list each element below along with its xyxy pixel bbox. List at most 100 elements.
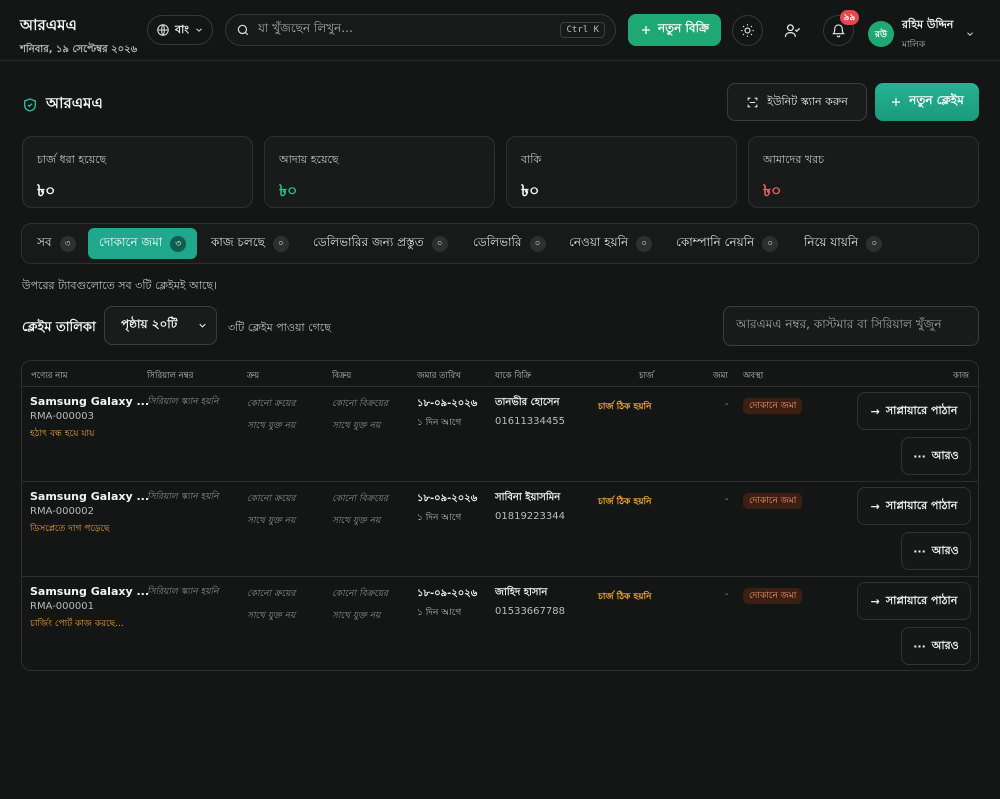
tab-label: কাজ চলছে [211, 234, 265, 249]
purchase-cell: কোনো ক্রয়ের সাথে যুক্ত নয় [247, 393, 295, 437]
send-to-supplier-button[interactable]: → সাপ্লায়ারে পাঠান [857, 487, 971, 525]
status-cell: দোকানে জমা [743, 397, 803, 414]
current-date: শনিবার, ১৯ সেপ্টেম্বর ২০২৬ [20, 44, 138, 55]
theme-toggle-button[interactable] [732, 15, 763, 46]
new-sale-label: নতুন বিক্রি [657, 21, 710, 35]
tab-label: দোকানে জমা [99, 234, 163, 249]
stat-label: চার্জ ধরা হয়েছে [37, 153, 107, 166]
status-badge: দোকানে জমা [743, 398, 803, 414]
table-row[interactable]: Samsung Galaxy ... RMA-000002 ডিসপ্লেতে … [22, 482, 978, 577]
global-search[interactable]: যা খুঁজছেন লিখুন... Ctrl K [225, 14, 616, 46]
tab-delivered[interactable]: ডেলিভারি ০ [462, 228, 557, 259]
user-menu[interactable]: রউ রহিম উদ্দিন মালিক [868, 16, 975, 52]
column-header: জমার তারিখ [417, 371, 461, 381]
language-switcher[interactable]: বাং [147, 15, 213, 45]
sun-icon [741, 24, 754, 37]
tab-not-taken[interactable]: নেওয়া হয়নি ০ [558, 228, 663, 259]
action-label: আরও [931, 638, 959, 652]
column-header: কাজ [953, 371, 970, 381]
app-name: আরএমএ [20, 16, 77, 34]
purchase-line: সাথে যুক্ত নয় [247, 611, 296, 621]
product-name: Samsung Galaxy ... [30, 490, 149, 503]
deposit-date: ১৮-০৯-২০২৬ [417, 493, 478, 504]
charge-status: চার্জ ঠিক হয়নি [598, 402, 652, 412]
purchase-cell: কোনো ক্রয়ের সাথে যুক্ত নয় [247, 583, 295, 627]
deposit-date: ১৮-০৯-২০২৬ [417, 588, 478, 599]
column-header: পণ্যের নাম [31, 371, 68, 381]
purchase-line: সাথে যুক্ত নয় [247, 516, 296, 526]
send-to-supplier-button[interactable]: → সাপ্লায়ারে পাঠান [857, 582, 971, 620]
sale-line: সাথে যুক্ত নয় [332, 421, 381, 431]
stat-card-due: বাকি ৳০ [506, 136, 737, 208]
claim-search-input[interactable]: আরএমএ নম্বর, কাস্টমার বা সিরিয়াল খুঁজুন [723, 306, 979, 346]
table-row[interactable]: Samsung Galaxy ... RMA-000003 হঠাৎ বন্ধ … [22, 387, 978, 482]
more-button[interactable]: ··· আরও [901, 627, 971, 665]
tab-label: ডেলিভারির জন্য প্রস্তুত [313, 234, 424, 249]
tab-count: ০ [866, 235, 883, 252]
deposit-date: ১৮-০৯-২০২৬ [417, 398, 478, 409]
user-check-icon [784, 24, 801, 37]
rma-number: RMA-000003 [30, 411, 94, 422]
relative-date: ১ দিন আগে [417, 608, 462, 618]
tab-all[interactable]: সব ৩ [26, 228, 87, 259]
sale-line: কোনো বিক্রয়ের [332, 494, 388, 504]
product-cell: Samsung Galaxy ... RMA-000003 হঠাৎ বন্ধ … [30, 395, 149, 441]
stat-card-our-cost: আমাদের খরচ ৳০ [748, 136, 979, 208]
globe-icon [157, 24, 169, 36]
tabs-note: উপরের ট্যাবগুলোতে সব ৩টি ক্লেইমই আছে। [22, 279, 217, 292]
search-shortcut: Ctrl K [560, 22, 605, 38]
plus-icon [641, 26, 650, 34]
tab-in-progress[interactable]: কাজ চলছে ০ [200, 228, 300, 259]
stat-card-charged: চার্জ ধরা হয়েছে ৳০ [22, 136, 253, 208]
sale-line: কোনো বিক্রয়ের [332, 589, 388, 599]
column-header: অবস্থা [743, 371, 764, 381]
more-button[interactable]: ··· আরও [901, 437, 971, 475]
date-cell: ১৮-০৯-২০২৬ ১ দিন আগে [417, 586, 477, 620]
product-name: Samsung Galaxy ... [30, 395, 149, 408]
issue-text: হঠাৎ বন্ধ হয়ে যায় [30, 429, 95, 439]
date-cell: ১৮-০৯-২০২৬ ১ দিন আগে [417, 491, 477, 525]
top-bar: আরএমএ শনিবার, ১৯ সেপ্টেম্বর ২০২৬ বাং যা … [0, 0, 1000, 61]
column-header: বিক্রয় [332, 371, 352, 381]
charge-status: চার্জ ঠিক হয়নি [598, 592, 652, 602]
issue-text: ডিসপ্লেতে দাগ পড়েছে [30, 524, 110, 534]
tab-ready-for-delivery[interactable]: ডেলিভারির জন্য প্রস্তুত ০ [302, 228, 459, 259]
table-header: পণ্যের নাম সিরিয়াল নম্বর ক্রয় বিক্রয় … [22, 361, 978, 387]
language-label: বাং [174, 22, 190, 36]
customer-name: সাবিনা ইয়াসমিন [495, 492, 561, 503]
charge-status: চার্জ ঠিক হয়নি [598, 497, 652, 507]
user-check-button[interactable] [777, 15, 808, 46]
tab-not-collected[interactable]: নিয়ে যায়নি ০ [793, 228, 893, 259]
purchase-line: কোনো ক্রয়ের [247, 589, 296, 599]
search-icon [237, 24, 249, 36]
stat-value: ৳০ [763, 181, 782, 200]
tab-label: ডেলিভারি [473, 234, 522, 249]
new-sale-button[interactable]: নতুন বিক্রি [628, 14, 721, 46]
results-count: ৩টি ক্লেইম পাওয়া গেছে [228, 321, 331, 334]
new-claim-label: নতুন ক্লেইম [909, 93, 964, 107]
stat-card-collected: আদায় হয়েছে ৳০ [264, 136, 495, 208]
action-label: সাপ্লায়ারে পাঠান [885, 403, 958, 417]
relative-date: ১ দিন আগে [417, 418, 462, 428]
tab-company-rejected[interactable]: কোম্পানি নেয়নি ০ [665, 228, 789, 259]
column-header: চার্জ [639, 371, 654, 381]
send-to-supplier-button[interactable]: → সাপ্লায়ারে পাঠান [857, 392, 971, 430]
avatar: রউ [868, 21, 894, 47]
new-claim-button[interactable]: নতুন ক্লেইম [875, 83, 979, 121]
sale-cell: কোনো বিক্রয়ের সাথে যুক্ত নয় [332, 488, 388, 532]
stat-label: আদায় হয়েছে [279, 153, 339, 166]
per-page-select[interactable]: পৃষ্ঠায় ২০টি [104, 306, 217, 345]
scan-unit-label: ইউনিট স্ক্যান করুন [767, 94, 848, 108]
tab-count: ০ [431, 235, 448, 252]
deposit-value: - [725, 494, 729, 505]
status-badge: দোকানে জমা [743, 588, 803, 604]
deposit-value: - [725, 399, 729, 410]
tab-in-shop[interactable]: দোকানে জমা ৩ [88, 228, 198, 259]
tab-label: নিয়ে যায়নি [804, 234, 859, 249]
customer-name: তানভীর হোসেন [495, 397, 560, 408]
stat-value: ৳০ [37, 181, 56, 200]
scan-unit-button[interactable]: ইউনিট স্ক্যান করুন [727, 83, 867, 121]
more-button[interactable]: ··· আরও [901, 532, 971, 570]
stat-label: বাকি [521, 153, 542, 166]
table-row[interactable]: Samsung Galaxy ... RMA-000001 চার্জিং পো… [22, 577, 978, 670]
